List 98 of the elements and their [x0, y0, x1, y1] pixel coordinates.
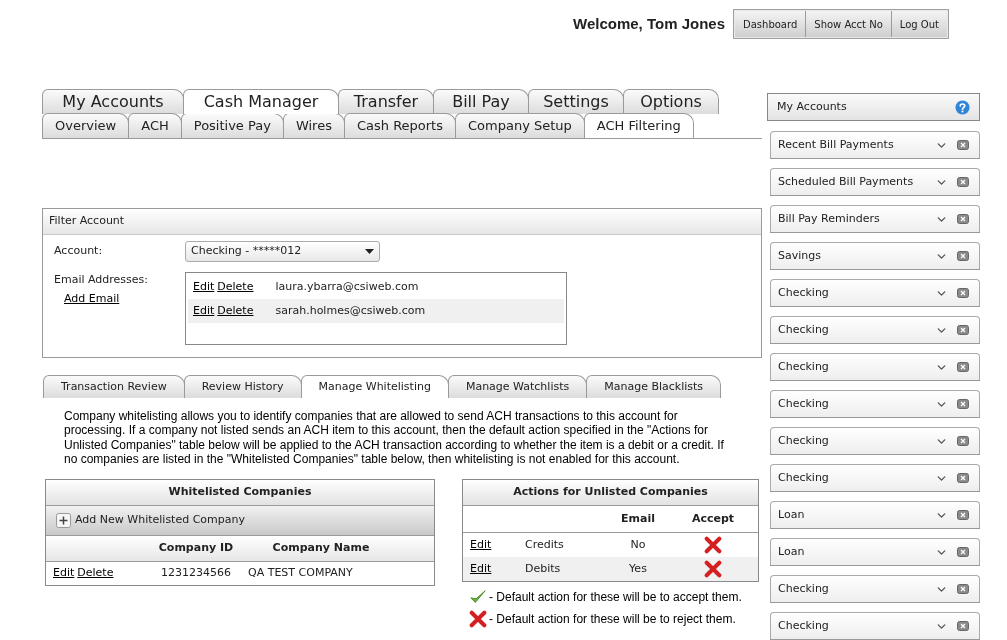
- cross-icon: [469, 610, 487, 629]
- table-cell-text: Credits: [525, 536, 565, 553]
- tab[interactable]: Overview: [42, 113, 130, 138]
- sidebar-widget[interactable]: Checking: [770, 279, 980, 306]
- sidebar-widget[interactable]: Bill Pay Reminders: [770, 205, 980, 232]
- tab[interactable]: Cash Reports: [343, 113, 456, 138]
- widget-title: Checking: [778, 395, 829, 412]
- tab[interactable]: Manage Blacklists: [586, 375, 722, 398]
- sidebar-widget[interactable]: Scheduled Bill Payments: [770, 168, 980, 195]
- close-icon[interactable]: [957, 399, 969, 409]
- widget-title: Savings: [778, 247, 821, 264]
- tab[interactable]: Settings: [528, 89, 624, 114]
- close-icon[interactable]: [957, 177, 969, 187]
- sidebar-widget[interactable]: Checking: [770, 316, 980, 343]
- edit-link[interactable]: Edit: [53, 565, 75, 582]
- table-cell-text: Yes: [628, 560, 648, 577]
- tab[interactable]: Transfer: [338, 89, 434, 114]
- help-icon[interactable]: [955, 99, 970, 115]
- email-address: laura.ybarra@csiweb.com: [275, 278, 419, 295]
- widget-title: Checking: [778, 580, 829, 597]
- close-icon[interactable]: [957, 251, 969, 261]
- tab[interactable]: Transaction Review: [43, 375, 185, 398]
- tab[interactable]: Options: [623, 89, 719, 114]
- tab[interactable]: Wires: [282, 113, 345, 138]
- column-header: Email: [620, 510, 656, 527]
- column-header: Accept: [690, 510, 736, 527]
- panel-header: Filter Account: [43, 209, 761, 235]
- field-label: Account:: [54, 243, 104, 260]
- tab[interactable]: Company Setup: [455, 113, 585, 138]
- tab[interactable]: Positive Pay: [180, 113, 284, 138]
- dropdown-caret-icon: [365, 249, 374, 254]
- add-email-link[interactable]: Add Email: [64, 290, 120, 307]
- close-icon[interactable]: [957, 362, 969, 372]
- sidebar-widget[interactable]: Loan: [770, 501, 980, 528]
- legend-text: - Default action for these will be to accept them.: [489, 589, 742, 607]
- table-title: Actions for Unlisted Companies: [463, 480, 758, 507]
- close-icon[interactable]: [957, 140, 969, 150]
- sidebar-title: My Accounts: [777, 98, 847, 115]
- tab[interactable]: Bill Pay: [433, 89, 529, 114]
- tab[interactable]: Manage Watchlists: [447, 375, 588, 398]
- account-dropdown[interactable]: Checking - *****012: [185, 241, 380, 262]
- close-icon[interactable]: [957, 584, 969, 594]
- tab[interactable]: ACH Filtering: [583, 113, 694, 138]
- plus-icon: [56, 513, 71, 529]
- description-text: Company whitelisting allows you to identify companies that are allowed to send ACH transactions to this account for processing. If a company not listed sends an ACH item to this account, then the default action specified in the "Actions for Unlisted Companies" table below will be applied to the ACH transaction according to whether the item is a debit or a credit. If no companies are listed in the "Whitelisted Companies" table below, then whitelisting is not enabled for this account.: [64, 409, 725, 467]
- table-cell: QA TEST COMPANY: [248, 565, 353, 582]
- tab[interactable]: Cash Manager: [183, 89, 339, 114]
- tab[interactable]: My Accounts: [42, 89, 184, 114]
- tab[interactable]: Review History: [183, 375, 302, 398]
- edit-link[interactable]: Edit: [193, 278, 215, 296]
- widget-title: Bill Pay Reminders: [778, 210, 880, 227]
- sidebar-widget[interactable]: Checking: [770, 427, 980, 454]
- column-header: Company Name: [271, 540, 371, 557]
- widget-title: Checking: [778, 617, 829, 634]
- sidebar-widget[interactable]: Loan: [770, 538, 980, 565]
- welcome-text: Welcome, Tom Jones: [573, 13, 726, 34]
- edit-link[interactable]: Edit: [470, 560, 492, 578]
- widget-title: Checking: [778, 321, 829, 338]
- widget-title: Checking: [778, 284, 829, 301]
- table-cell-text: No: [629, 536, 647, 553]
- close-icon[interactable]: [957, 621, 969, 631]
- table-cell-text: 1231234566: [160, 565, 232, 582]
- close-icon[interactable]: [957, 436, 969, 446]
- sidebar-widget[interactable]: Checking: [770, 390, 980, 417]
- header-button[interactable]: Dashboard: [735, 11, 806, 37]
- delete-link[interactable]: Delete: [77, 565, 114, 582]
- sidebar-widget[interactable]: Checking: [770, 575, 980, 602]
- sidebar-widget[interactable]: Recent Bill Payments: [770, 131, 980, 158]
- close-icon[interactable]: [957, 510, 969, 520]
- sidebar-widget[interactable]: Checking: [770, 353, 980, 380]
- delete-link[interactable]: Delete: [217, 278, 254, 296]
- widget-title: Scheduled Bill Payments: [778, 173, 914, 190]
- close-icon[interactable]: [957, 288, 969, 298]
- delete-link[interactable]: Delete: [217, 302, 254, 320]
- close-icon[interactable]: [957, 325, 969, 335]
- widget-title: Checking: [778, 469, 829, 486]
- sidebar-widget[interactable]: Savings: [770, 242, 980, 269]
- close-icon[interactable]: [957, 473, 969, 483]
- edit-link[interactable]: Edit: [193, 302, 215, 320]
- column-header: Company ID: [157, 540, 235, 557]
- widget-title: Checking: [778, 432, 829, 449]
- table-cell-text: Debits: [525, 560, 562, 577]
- widget-title: Loan: [778, 543, 805, 560]
- edit-link[interactable]: Edit: [470, 536, 492, 554]
- sidebar-widget[interactable]: Checking: [770, 612, 980, 639]
- table-title: Whitelisted Companies: [46, 480, 434, 507]
- email-address: sarah.holmes@csiweb.com: [275, 302, 426, 319]
- close-icon[interactable]: [957, 547, 969, 557]
- header-button[interactable]: Show Acct No: [805, 11, 891, 37]
- field-label: Email Addresses:: [54, 272, 150, 288]
- widget-title: Recent Bill Payments: [778, 136, 894, 153]
- close-icon[interactable]: [957, 214, 969, 224]
- widget-title: Loan: [778, 506, 805, 523]
- widget-title: Checking: [778, 358, 829, 375]
- tab[interactable]: ACH: [128, 113, 182, 138]
- sidebar-widget[interactable]: Checking: [770, 464, 980, 491]
- header-button[interactable]: Log Out: [890, 11, 947, 37]
- legend-text: - Default action for these will be to reject them.: [489, 611, 736, 629]
